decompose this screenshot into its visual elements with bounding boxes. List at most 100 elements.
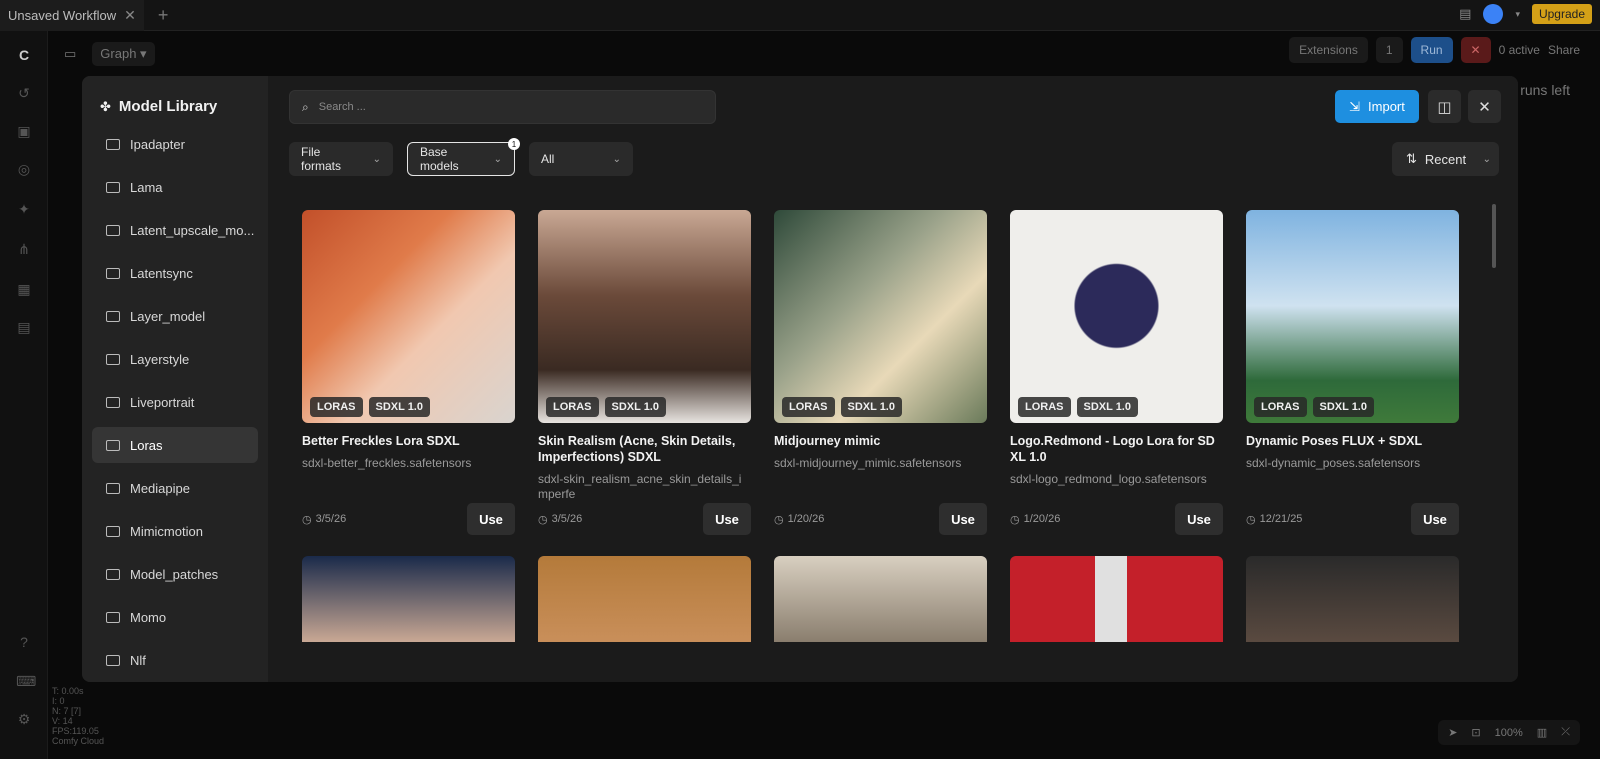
folder-item[interactable]: Model_patches: [92, 556, 258, 592]
extensions-button[interactable]: Extensions: [1289, 37, 1368, 63]
scrollbar[interactable]: [1492, 204, 1496, 268]
template-icon[interactable]: ▦: [16, 281, 32, 297]
close-tab-icon[interactable]: ✕: [124, 7, 136, 24]
file-formats-dropdown[interactable]: File formats ⌄: [289, 142, 393, 176]
clock-icon: ◷: [538, 513, 548, 526]
model-thumbnail[interactable]: [1246, 556, 1459, 642]
use-button[interactable]: Use: [939, 503, 987, 535]
folder-item[interactable]: Layerstyle: [92, 341, 258, 377]
model-icon[interactable]: ✦: [16, 201, 32, 217]
folder-item[interactable]: Layer_model: [92, 298, 258, 334]
model-thumbnail[interactable]: LORAS SDXL 1.0: [1246, 210, 1459, 423]
link-toggle-icon[interactable]: ⤫: [1561, 726, 1570, 739]
model-card[interactable]: [1010, 556, 1223, 642]
model-thumbnail[interactable]: [302, 556, 515, 642]
history-icon[interactable]: ↺: [16, 85, 32, 101]
upgrade-button[interactable]: Upgrade: [1531, 4, 1592, 24]
model-card[interactable]: LORAS SDXL 1.0 Skin Realism (Acne, Skin De…: [538, 210, 751, 550]
model-card[interactable]: [1246, 556, 1459, 642]
date-text: 12/21/25: [1259, 513, 1303, 525]
chat-icon[interactable]: ▤: [1459, 6, 1471, 22]
import-button[interactable]: ⇲ Import: [1335, 90, 1419, 123]
search-icon: ⌕: [302, 99, 309, 114]
model-date: ◷ 12/21/25: [1246, 513, 1302, 526]
use-button[interactable]: Use: [467, 503, 515, 535]
folder-item[interactable]: Latentsync: [92, 255, 258, 291]
fit-view-icon[interactable]: ⊡: [1471, 726, 1480, 739]
folder-item[interactable]: Ipadapter: [92, 126, 258, 162]
folder-item[interactable]: Lama: [92, 169, 258, 205]
new-tab-icon[interactable]: +: [158, 5, 169, 26]
all-dropdown[interactable]: All ⌄: [529, 142, 633, 176]
avatar[interactable]: [1483, 4, 1504, 24]
close-button[interactable]: ✕: [1468, 90, 1501, 123]
folder-item[interactable]: Liveportrait: [92, 384, 258, 420]
model-thumbnail[interactable]: LORAS SDXL 1.0: [1010, 210, 1223, 423]
gear-icon[interactable]: ⚙: [16, 711, 32, 727]
graph-selector[interactable]: Graph ▾: [92, 42, 155, 66]
comfy-logo-icon[interactable]: C: [16, 47, 32, 63]
model-thumbnail[interactable]: [538, 556, 751, 642]
date-text: 3/5/26: [551, 513, 583, 525]
stat-line: Comfy Cloud: [52, 736, 105, 746]
image-icon[interactable]: ▣: [16, 123, 32, 139]
search-box[interactable]: ⌕: [289, 90, 716, 124]
keyboard-icon[interactable]: ⌨: [16, 673, 36, 689]
workflow-tab[interactable]: Unsaved Workflow ✕: [0, 0, 144, 31]
search-input[interactable]: [318, 101, 699, 113]
node-icon[interactable]: ◎: [16, 161, 32, 177]
graph-label: Graph: [100, 46, 137, 61]
sort-dropdown[interactable]: ⇅ Recent ⌄: [1392, 142, 1499, 176]
layout-icon[interactable]: ▤: [16, 319, 32, 335]
folder-item[interactable]: Mimicmotion: [92, 513, 258, 549]
model-card[interactable]: [774, 556, 987, 642]
model-card[interactable]: [302, 556, 515, 642]
model-name: Dynamic Poses FLUX + SDXL: [1246, 434, 1423, 448]
left-rail: C ↺ ▣ ◎ ✦ ⋔ ▦ ▤ ? ⌨ ⚙: [0, 31, 48, 759]
map-icon[interactable]: ▥: [1537, 726, 1547, 739]
folder-icon: [106, 353, 120, 365]
folder-item[interactable]: Nlf: [92, 642, 258, 678]
run-button[interactable]: Run: [1410, 37, 1453, 63]
toggle-panel-button[interactable]: ◫: [1428, 90, 1461, 123]
zoom-bar: ➤ ⊡ 100% ▥ ⤫: [1438, 720, 1580, 745]
model-date: ◷ 3/5/26: [302, 513, 346, 526]
folder-item[interactable]: Latent_upscale_mo...: [92, 212, 258, 248]
use-button[interactable]: Use: [1175, 503, 1223, 535]
model-grid: LORAS SDXL 1.0 Better Freckles Lora SDXL sd…: [302, 210, 1482, 666]
folder-list: Ipadapter Lama Latent_upscale_mo... Latents…: [92, 126, 258, 682]
model-card[interactable]: LORAS SDXL 1.0 Better Freckles Lora SDXL sd…: [302, 210, 515, 550]
model-thumbnail[interactable]: [774, 556, 987, 642]
pointer-icon[interactable]: ➤: [1448, 726, 1457, 739]
base-models-dropdown[interactable]: Base models ⌄ 1: [407, 138, 520, 176]
panel-icon[interactable]: ▭: [64, 46, 76, 62]
model-thumbnail[interactable]: LORAS SDXL 1.0: [302, 210, 515, 423]
model-filename: sdxl-dynamic_poses.safetensors: [1246, 456, 1421, 470]
model-card[interactable]: LORAS SDXL 1.0 Midjourney mimic sdxl-midjou…: [774, 210, 987, 550]
model-card[interactable]: [538, 556, 751, 642]
model-date: ◷ 3/5/26: [538, 513, 582, 526]
zoom-level[interactable]: 100%: [1495, 727, 1523, 739]
model-thumbnail[interactable]: LORAS SDXL 1.0: [774, 210, 987, 423]
stop-button[interactable]: ✕: [1460, 37, 1491, 63]
model-thumbnail[interactable]: LORAS SDXL 1.0: [538, 210, 751, 423]
model-thumbnail[interactable]: [1010, 556, 1223, 642]
folder-item[interactable]: Mediapipe: [92, 470, 258, 506]
help-icon[interactable]: ?: [16, 634, 32, 650]
queue-count[interactable]: 1: [1375, 37, 1403, 63]
folder-label: Mimicmotion: [130, 523, 203, 539]
model-name: Midjourney mimic: [774, 434, 881, 448]
import-icon: ⇲: [1349, 98, 1361, 114]
folder-icon: [106, 138, 120, 150]
folder-item[interactable]: Momo: [92, 599, 258, 635]
stat-line: V: 14: [52, 716, 73, 726]
use-button[interactable]: Use: [1411, 503, 1459, 535]
folder-item[interactable]: Loras: [92, 427, 258, 463]
model-library-icon: ✤: [100, 98, 111, 114]
model-card[interactable]: LORAS SDXL 1.0 Logo.Redmond - Logo Lora fo…: [1010, 210, 1223, 550]
chevron-down-icon[interactable]: ▾: [1515, 9, 1520, 20]
workflow-icon[interactable]: ⋔: [16, 241, 32, 257]
share-button[interactable]: Share: [1548, 43, 1580, 57]
use-button[interactable]: Use: [703, 503, 751, 535]
model-card[interactable]: LORAS SDXL 1.0 Dynamic Poses FLUX + SDXL sd…: [1246, 210, 1459, 550]
